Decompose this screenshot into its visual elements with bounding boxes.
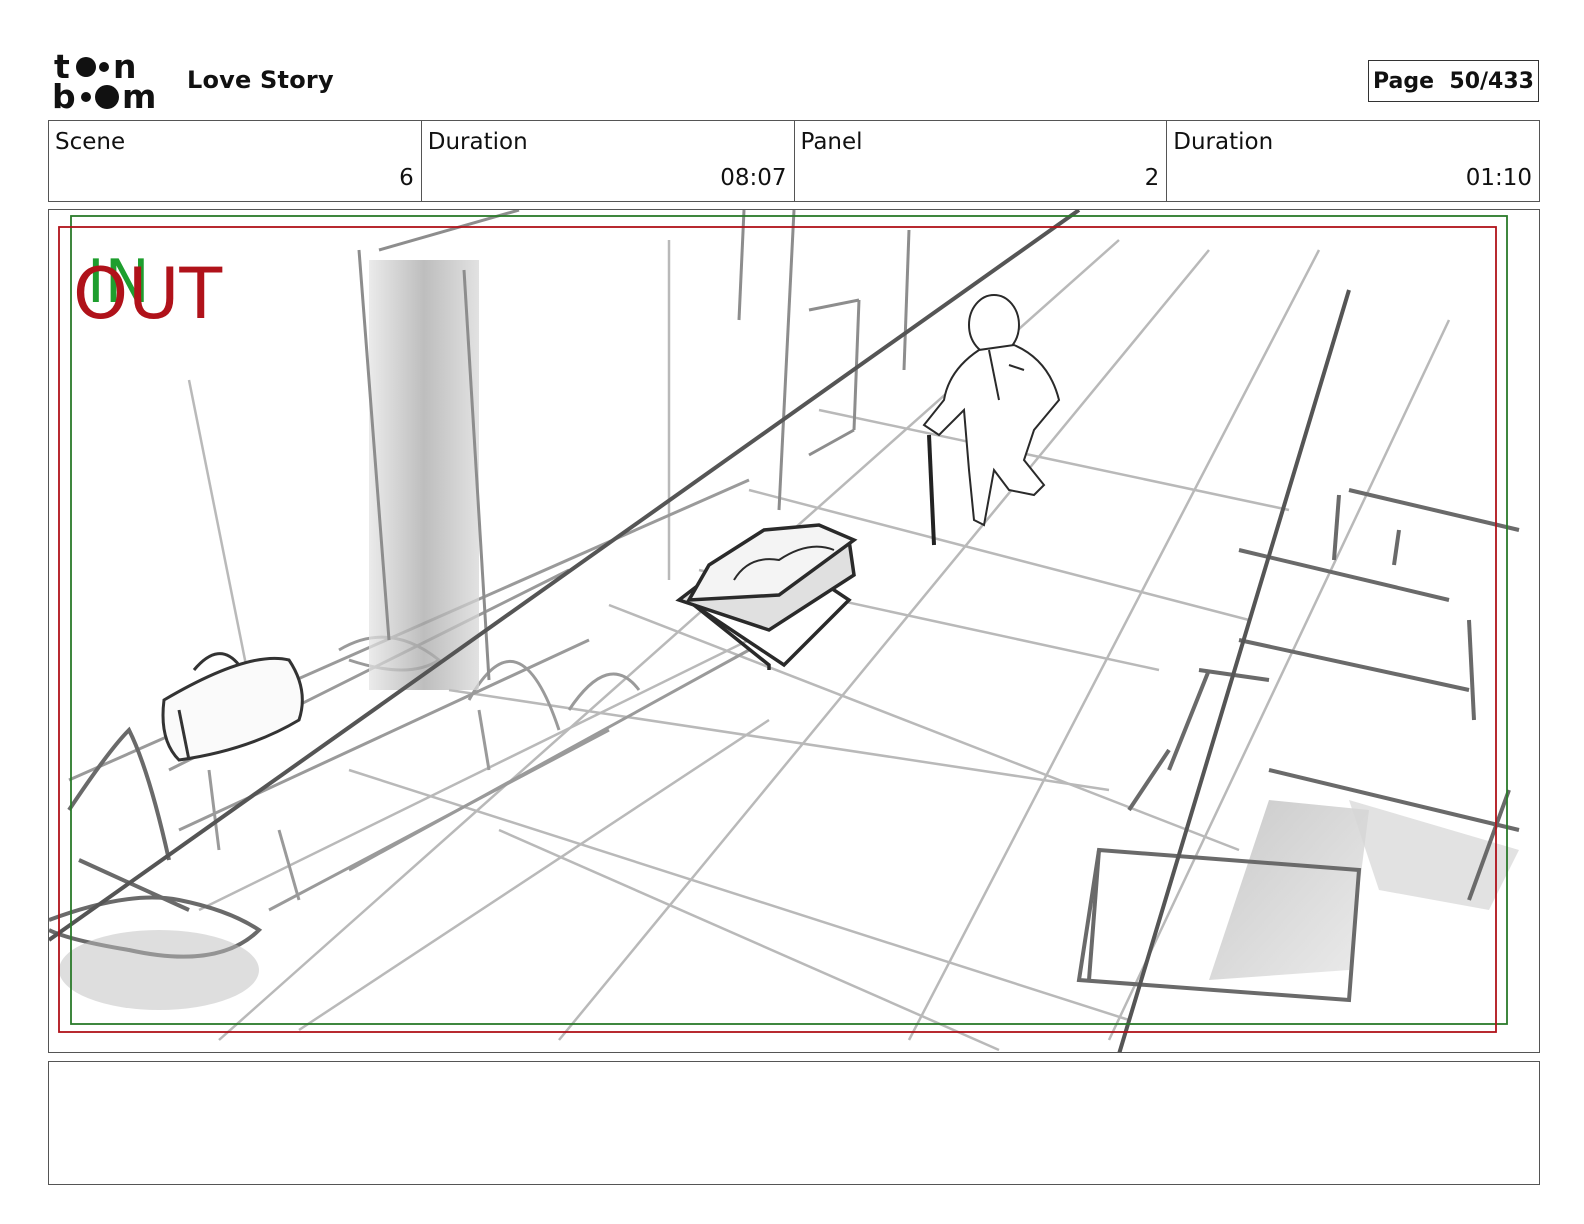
page-number: 50/433 <box>1449 68 1534 94</box>
svg-text:b: b <box>52 77 76 112</box>
svg-text:m: m <box>122 77 156 112</box>
scene-info-table: Scene 6 Duration 08:07 Panel 2 Duration … <box>48 120 1540 202</box>
panel-duration-cell: Duration 01:10 <box>1167 121 1539 201</box>
scene-duration-value: 08:07 <box>720 165 787 191</box>
scene-duration-label: Duration <box>427 129 528 155</box>
floor-shadow-left <box>59 930 259 1010</box>
out-marker: OUT <box>73 253 222 335</box>
panel-label: Panel <box>800 129 863 155</box>
toon-boom-logo: t n b m <box>52 50 156 112</box>
project-title: Love Story <box>187 66 334 94</box>
handbag-sketch <box>161 652 304 762</box>
scene-duration-cell: Duration 08:07 <box>422 121 795 201</box>
page-indicator: Page 50/433 <box>1368 60 1539 102</box>
chair-sketch <box>49 726 263 959</box>
scene-value: 6 <box>399 165 414 191</box>
old-man-sketch <box>922 294 1061 527</box>
scene-label: Scene <box>55 129 126 155</box>
cane-sketch <box>927 434 936 546</box>
page-label: Page <box>1373 68 1435 94</box>
panel-cell: Panel 2 <box>795 121 1168 201</box>
panel-duration-value: 01:10 <box>1465 165 1532 191</box>
cabinet-shadow-2 <box>1349 800 1519 910</box>
storyboard-sketch: IN OUT <box>49 210 1520 1052</box>
cabinet-shadow <box>1209 800 1369 980</box>
panel-duration-label: Duration <box>1173 129 1274 155</box>
panel-value: 2 <box>1144 165 1160 191</box>
pillar-shadow <box>369 260 479 690</box>
panel-notes-box <box>48 1061 1540 1185</box>
scene-cell: Scene 6 <box>49 121 422 201</box>
open-box-sketch <box>675 523 858 670</box>
storyboard-panel: IN OUT <box>48 209 1540 1053</box>
